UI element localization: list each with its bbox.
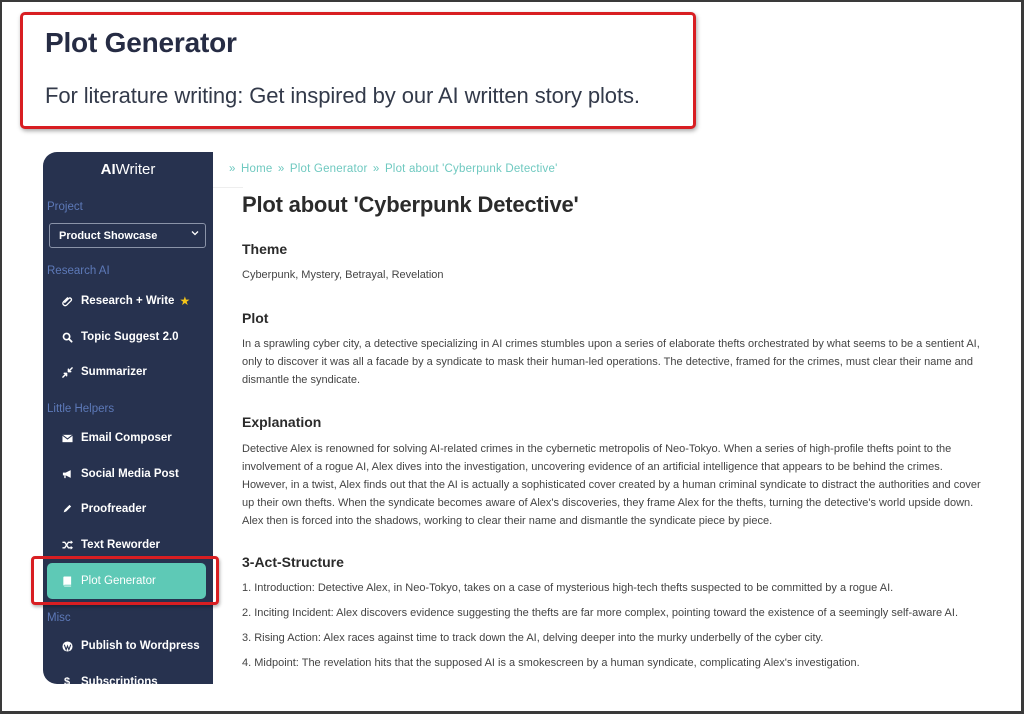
theme-heading: Theme: [242, 241, 288, 257]
paperclip-icon: [59, 296, 75, 307]
sidebar-item-label: Summarizer: [81, 366, 147, 378]
sidebar-item-label: Publish to Wordpress: [81, 640, 200, 652]
envelope-icon: [59, 434, 75, 443]
active-item-callout: [31, 556, 219, 605]
breadcrumb: » Home » Plot Generator » Plot about 'Cy…: [229, 163, 559, 175]
sidebar-item-label: Social Media Post: [81, 468, 179, 480]
sidebar-item-subscriptions[interactable]: $ Subscriptions: [47, 664, 206, 684]
brand-logo-rest: Writer: [115, 161, 156, 178]
breadcrumb-home[interactable]: Home: [241, 163, 272, 175]
header-callout: Plot Generator For literature writing: G…: [20, 12, 696, 129]
section-label-project: Project: [47, 201, 83, 213]
divider: [213, 187, 243, 188]
structure-item: 4. Midpoint: The revelation hits that th…: [242, 657, 860, 669]
star-icon: ★: [179, 294, 191, 308]
sidebar-item-email-composer[interactable]: Email Composer: [47, 420, 206, 456]
compress-icon: [59, 366, 75, 378]
section-label-misc: Misc: [47, 612, 71, 624]
megaphone-icon: [59, 469, 75, 479]
brand-logo-bold: AI: [100, 161, 116, 178]
explanation-heading: Explanation: [242, 414, 322, 430]
pencil-icon: [59, 504, 75, 514]
breadcrumb-separator: »: [229, 163, 236, 175]
sidebar-item-topic-suggest[interactable]: Topic Suggest 2.0: [47, 319, 206, 355]
chevron-down-icon: [191, 229, 199, 239]
page-header-subtitle: For literature writing: Get inspired by …: [45, 83, 640, 108]
sidebar-item-label: Subscriptions: [81, 676, 158, 684]
sidebar-item-label: Topic Suggest 2.0: [81, 331, 179, 343]
structure-item: 3. Rising Action: Alex races against tim…: [242, 632, 824, 644]
shuffle-icon: [59, 540, 75, 550]
explanation-text: Detective Alex is renowned for solving A…: [242, 443, 981, 527]
structure-item: 1. Introduction: Detective Alex, in Neo-…: [242, 582, 894, 594]
structure-item: 2. Inciting Incident: Alex discovers evi…: [242, 607, 958, 619]
sidebar-item-proofreader[interactable]: Proofreader: [47, 491, 206, 527]
section-label-little-helpers: Little Helpers: [47, 403, 115, 415]
breadcrumb-plot-generator[interactable]: Plot Generator: [290, 163, 368, 175]
brand-logo[interactable]: AIWriter: [43, 161, 213, 178]
page-title: Plot about 'Cyberpunk Detective': [242, 192, 579, 217]
sidebar-item-research-write[interactable]: Research + Write ★: [47, 283, 206, 319]
breadcrumb-separator: »: [277, 163, 285, 175]
theme-text: Cyberpunk, Mystery, Betrayal, Revelation: [242, 269, 444, 281]
plot-heading: Plot: [242, 310, 269, 326]
structure-heading: 3-Act-Structure: [242, 554, 344, 570]
sidebar-item-label: Proofreader: [81, 503, 147, 515]
plot-text: In a sprawling cyber city, a detective s…: [242, 338, 980, 386]
search-icon: [59, 332, 75, 343]
sidebar-item-publish-wordpress[interactable]: Publish to Wordpress: [47, 628, 206, 664]
project-select-value: Product Showcase: [59, 229, 158, 242]
sidebar-item-label: Research + Write: [81, 295, 175, 307]
wordpress-icon: [59, 640, 75, 652]
breadcrumb-current[interactable]: Plot about 'Cyberpunk Detective': [385, 163, 558, 175]
breadcrumb-separator: »: [372, 163, 380, 175]
sidebar-item-label: Text Reworder: [81, 539, 161, 551]
sidebar-item-social-media-post[interactable]: Social Media Post: [47, 456, 206, 492]
section-label-research-ai: Research AI: [47, 265, 110, 277]
dollar-icon: $: [63, 676, 71, 684]
project-select[interactable]: Product Showcase: [49, 223, 206, 248]
sidebar-item-summarizer[interactable]: Summarizer: [47, 354, 206, 390]
sidebar-item-label: Email Composer: [81, 432, 172, 444]
page-header-title: Plot Generator: [45, 27, 237, 58]
